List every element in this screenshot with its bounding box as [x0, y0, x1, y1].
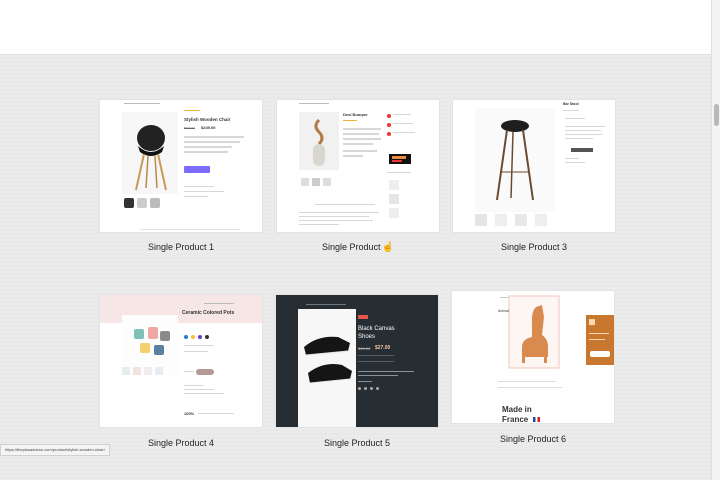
- thumb-breadcrumb: [124, 103, 160, 104]
- france-flag-icon: [533, 417, 541, 422]
- thumb-made-in: Made in: [502, 405, 532, 414]
- hand-pointer-icon: ☝: [381, 242, 394, 253]
- vertical-scrollbar[interactable]: [711, 0, 720, 480]
- thumb-price-old: $300.00: [184, 126, 195, 130]
- thumb-product-title: Black Canvas Shoes: [358, 326, 395, 340]
- product-caption-4[interactable]: Single Product 4: [100, 438, 262, 448]
- thumb-social-icons: [358, 387, 379, 390]
- product-caption-5[interactable]: Single Product 5: [276, 438, 438, 448]
- product-thumbnail-4[interactable]: Ceramic Colored Pots 100%: [100, 295, 262, 427]
- product-caption-6[interactable]: Single Product 6: [452, 434, 614, 444]
- thumb-gallery-1: [124, 198, 170, 208]
- product-thumbnail-3[interactable]: Bar Stool: [453, 100, 615, 232]
- product-thumbnail-1[interactable]: Stylish Wooden Chair $300.00 $249.00: [100, 100, 262, 232]
- product-caption-1[interactable]: Single Product 1: [100, 242, 262, 252]
- thumb-product-title: Desi Bumper: [343, 112, 368, 117]
- thumb-price: $249.00: [201, 125, 216, 130]
- thumb-gallery-4: [122, 367, 172, 375]
- thumb-country-row: France: [502, 415, 541, 423]
- pots-image: [122, 315, 178, 375]
- llama-box-image: [508, 295, 560, 369]
- thumb-orange-panel: [586, 315, 614, 365]
- thumb-gallery-3: [475, 214, 565, 226]
- thumb-percent: 100%: [184, 411, 195, 416]
- thumb-sale-banner: [389, 154, 411, 164]
- product-thumbnail-5[interactable]: Black Canvas Shoes $40.00 $27.00: [276, 295, 438, 427]
- thumb-country: France: [502, 415, 529, 423]
- thumb-product-title: Ceramic Colored Pots: [182, 310, 235, 316]
- thumb-sale-badge: [358, 315, 368, 319]
- thumb-gallery-2: [301, 178, 341, 186]
- scrollbar-thumb[interactable]: [714, 104, 719, 126]
- top-header-bar: [0, 0, 720, 55]
- thumb-product-title: Stylish Wooden Chair: [184, 117, 231, 122]
- shoes-image: [298, 309, 356, 427]
- bumper-image: [299, 112, 339, 170]
- product-thumbnail-6[interactable]: Animal Jewellery Box Made in France: [452, 291, 614, 423]
- thumb-add-to-cart-button: [184, 166, 210, 173]
- product-caption-2[interactable]: Single Product☝: [277, 242, 439, 253]
- status-bar-url: https://theplusaddons.com/product/stylis…: [0, 444, 110, 456]
- thumb-color-swatches: [184, 335, 224, 339]
- thumb-add-to-cart-button: [196, 369, 214, 375]
- product-caption-2-text[interactable]: Single Product: [322, 242, 381, 252]
- product-thumbnail-2[interactable]: Desi Bumper: [277, 100, 439, 232]
- bar-stool-image: [475, 108, 555, 212]
- thumb-price: $27.00: [375, 345, 391, 351]
- thumb-product-title: Bar Stool: [563, 102, 579, 106]
- chair-image: [122, 112, 178, 194]
- thumb-add-to-cart-button: [571, 148, 593, 152]
- thumb-price-old: $40.00: [358, 346, 371, 351]
- product-caption-3[interactable]: Single Product 3: [453, 242, 615, 252]
